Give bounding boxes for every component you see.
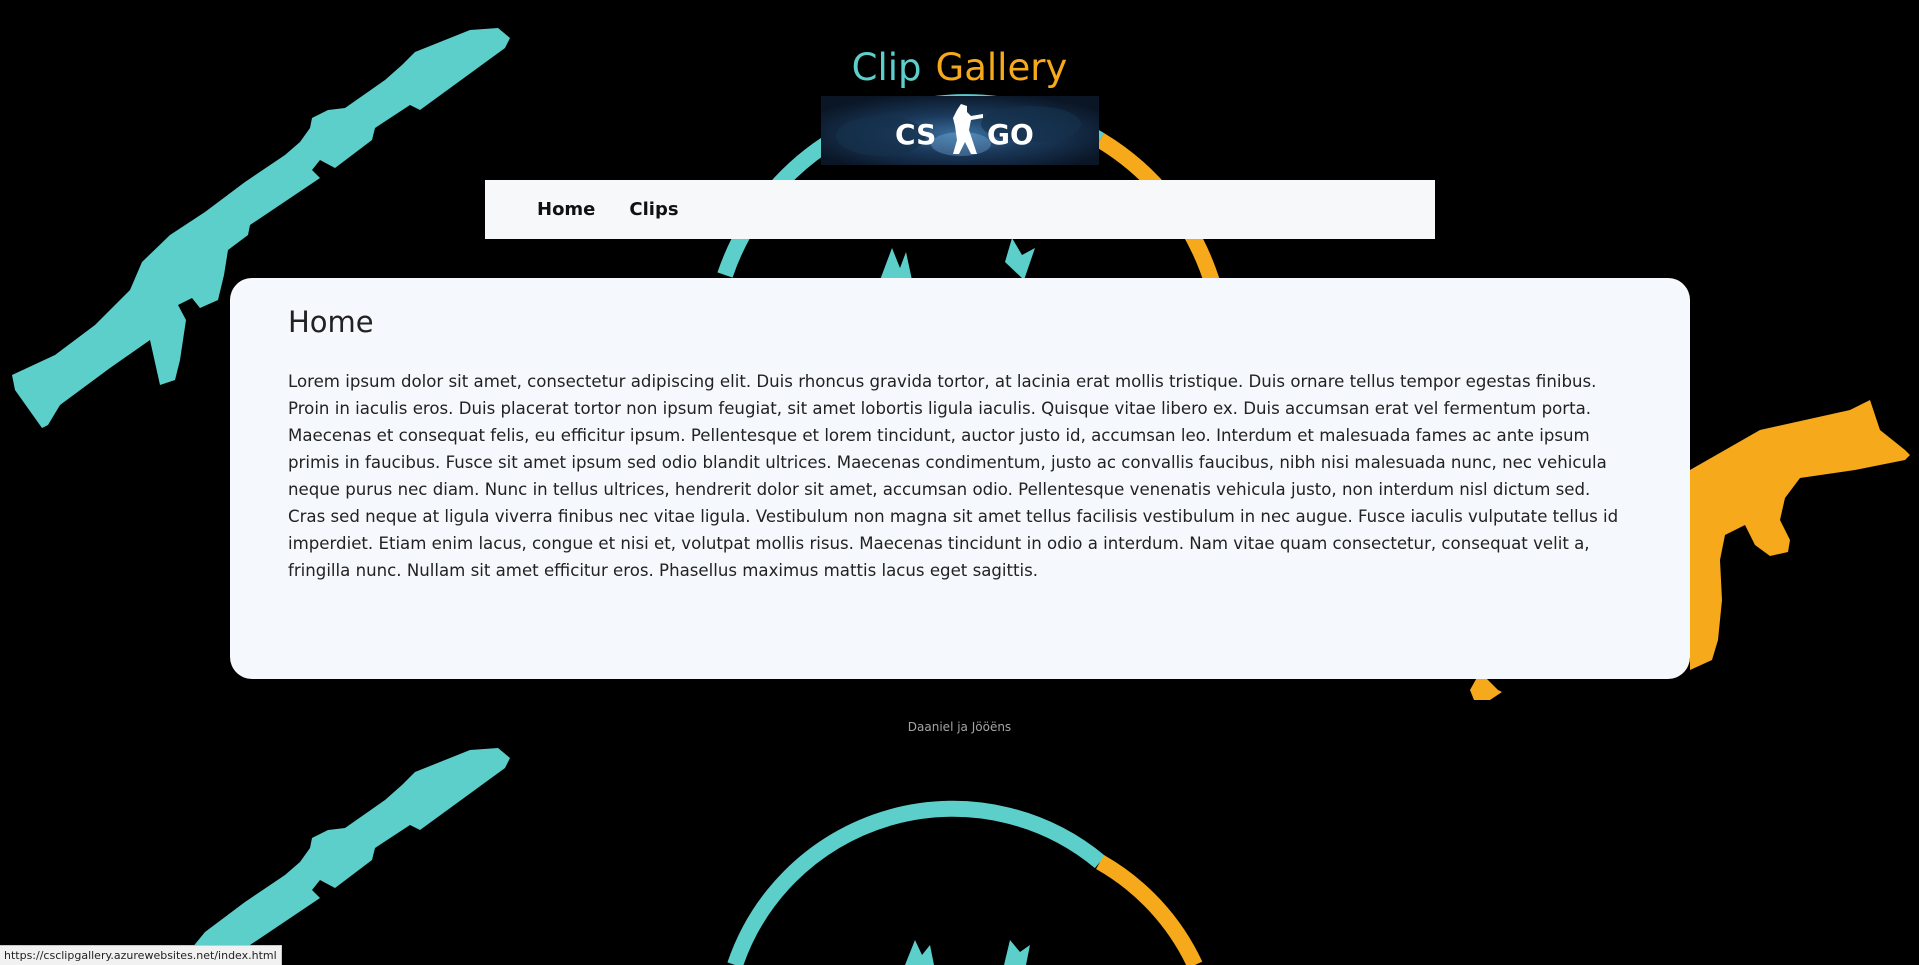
content-card: Home Lorem ipsum dolor sit amet, consect… xyxy=(230,278,1690,679)
csgo-banner: CS GO xyxy=(821,96,1099,165)
svg-text:GO: GO xyxy=(987,118,1034,151)
cs-emblem-icon-bottom xyxy=(727,800,1203,965)
csgo-logo-icon: CS GO xyxy=(821,96,1099,165)
page-title: Home xyxy=(288,305,374,339)
page-body-text: Lorem ipsum dolor sit amet, consectetur … xyxy=(288,372,1619,580)
site-title-clip: Clip xyxy=(851,46,922,89)
page: Clip Gallery CS GO Home Clips Home Lorem… xyxy=(0,0,1919,965)
footer-credits: Daaniel ja Jööëns xyxy=(907,720,1012,734)
nav-link-clips[interactable]: Clips xyxy=(629,199,678,220)
rifle-m4-icon-bottom xyxy=(178,748,510,965)
site-title-gallery: Gallery xyxy=(935,46,1068,89)
main-nav: Home Clips xyxy=(485,180,1435,239)
nav-link-home[interactable]: Home xyxy=(537,199,595,220)
csgo-logo-text: CS xyxy=(895,118,936,151)
status-bar-url: https://csclipgallery.azurewebsites.net/… xyxy=(0,945,282,965)
site-title: Clip Gallery xyxy=(0,44,1919,92)
